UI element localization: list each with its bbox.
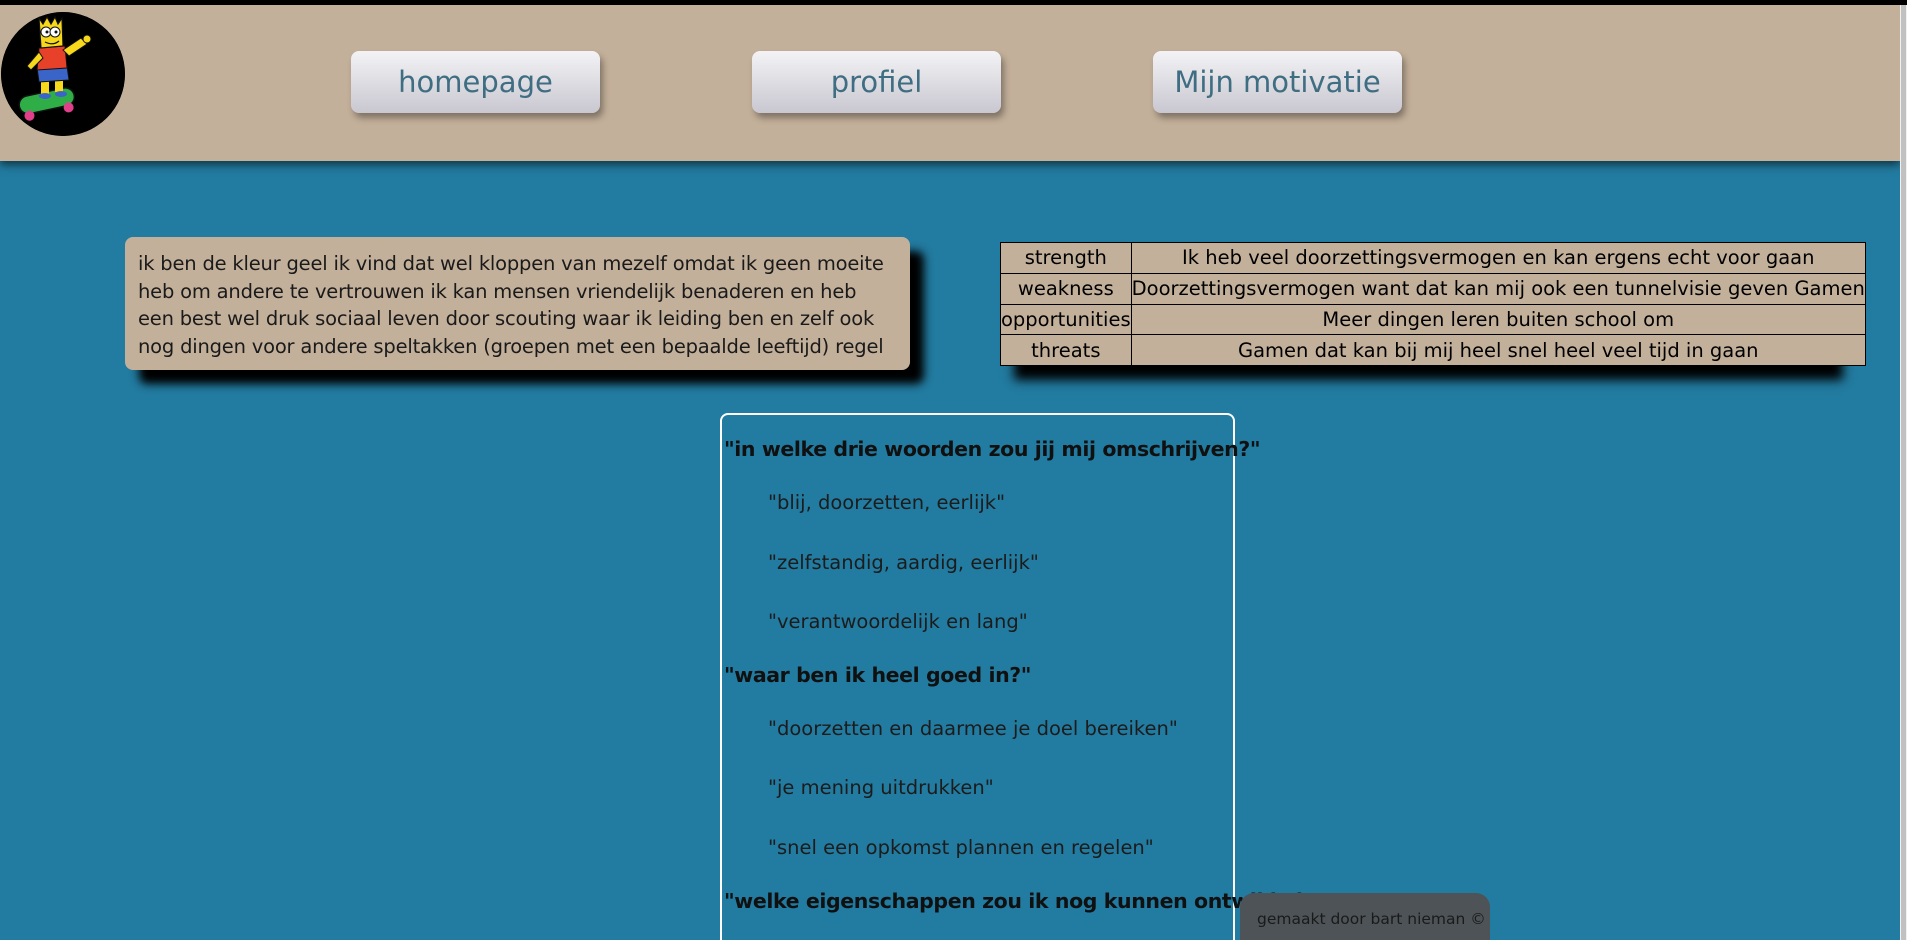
swot-value-weakness: Doorzettingsvermogen want dat kan mij oo… [1130,272,1866,305]
quotes-panel: "in welke drie woorden zou jij mij omsch… [720,413,1341,940]
table-row: opportunities Meer dingen leren buiten s… [1000,303,1866,336]
question-heading: "in welke drie woorden zou jij mij omsch… [724,437,1261,461]
swot-table: strength Ik heb veel doorzettingsvermoge… [1000,242,1866,366]
swot-value-opportunities: Meer dingen leren buiten school om [1130,303,1866,336]
question-heading: "waar ben ik heel goed in?" [724,663,1032,687]
answer-item: "blij, doorzetten, eerlijk" [768,491,1006,514]
swot-label-strength: strength [1000,242,1132,274]
site-header: homepage profiel Mijn motivatie [0,5,1900,161]
intro-text-box: ik ben de kleur geel ik vind dat wel klo… [125,237,910,370]
page: homepage profiel Mijn motivatie ik ben d… [0,0,1900,940]
swot-value-strength: Ik heb veel doorzettingsvermogen en kan … [1130,242,1866,274]
answer-item: "je mening uitdrukken" [768,776,994,799]
swot-label-threats: threats [1000,334,1132,366]
scrollbar-thumb[interactable] [1901,5,1906,940]
bart-simpson-skateboard-icon[interactable] [1,12,125,136]
footer-credit: gemaakt door bart nieman © [1240,893,1490,940]
logo-graphic [1,12,125,136]
answer-item: "verantwoordelijk en lang" [768,610,1028,633]
window-top-border [0,0,1907,5]
swot-table-grid: strength Ik heb veel doorzettingsvermoge… [1000,242,1866,366]
nav-motivation-button[interactable]: Mijn motivatie [1153,51,1402,113]
swot-label-weakness: weakness [1000,272,1132,305]
swot-label-opportunities: opportunities [1000,303,1132,336]
nav-homepage-button[interactable]: homepage [351,51,600,113]
answer-item: "snel een opkomst plannen en regelen" [768,836,1154,859]
vertical-scrollbar[interactable] [1900,5,1907,940]
browser-viewport: homepage profiel Mijn motivatie ik ben d… [0,0,1907,940]
table-row: strength Ik heb veel doorzettingsvermoge… [1000,242,1866,274]
table-row: threats Gamen dat kan bij mij heel snel … [1000,334,1866,366]
nav-profile-button[interactable]: profiel [752,51,1001,113]
answer-item: "zelfstandig, aardig, eerlijk" [768,551,1039,574]
table-row: weakness Doorzettingsvermogen want dat k… [1000,272,1866,305]
answer-item: "doorzetten en daarmee je doel bereiken" [768,717,1178,740]
swot-value-threats: Gamen dat kan bij mij heel snel heel vee… [1130,334,1866,366]
